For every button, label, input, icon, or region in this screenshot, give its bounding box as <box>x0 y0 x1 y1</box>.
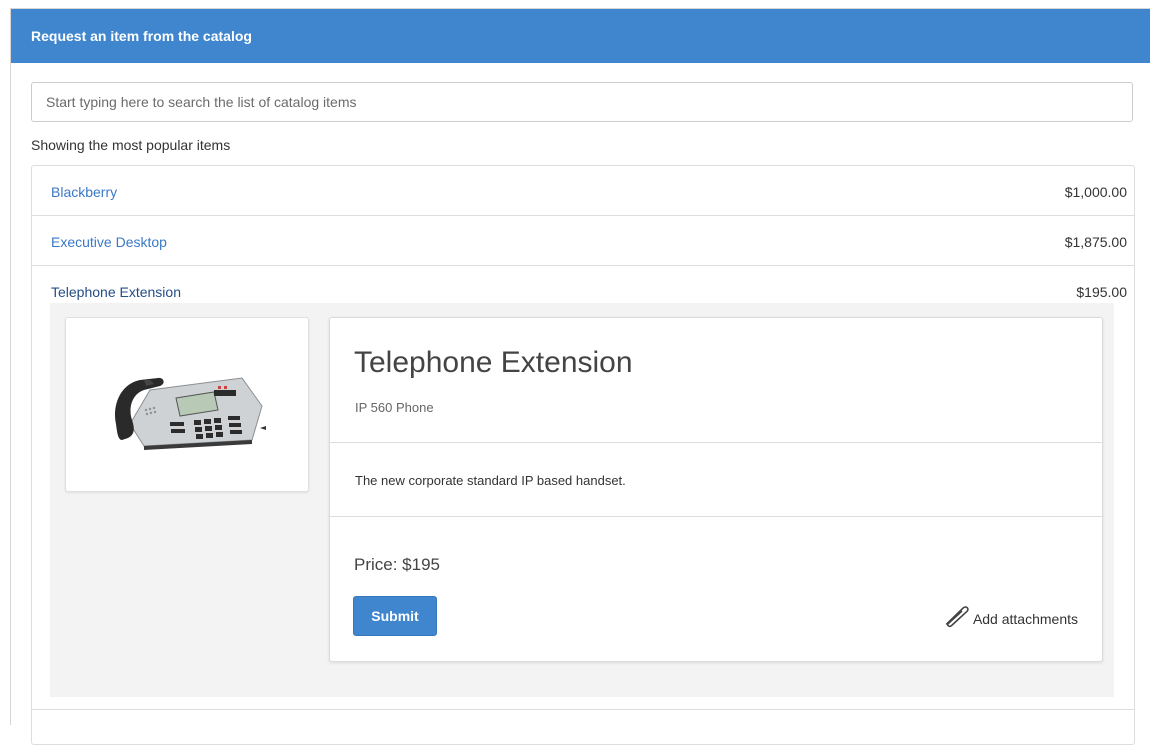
item-link-blackberry[interactable]: Blackberry <box>51 184 117 200</box>
catalog-item-executive-desktop: Executive Desktop $1,875.00 <box>32 216 1134 266</box>
item-detail-panel: Telephone Extension IP 560 Phone The new… <box>50 303 1114 697</box>
widget-header: Request an item from the catalog <box>11 9 1150 63</box>
item-link-executive-desktop[interactable]: Executive Desktop <box>51 234 167 250</box>
showing-label: Showing the most popular items <box>31 137 231 153</box>
item-image-card <box>65 317 309 492</box>
item-subtitle: IP 560 Phone <box>355 400 434 415</box>
submit-button[interactable]: Submit <box>353 596 437 636</box>
item-title: Telephone Extension <box>354 346 633 379</box>
paperclip-icon <box>945 606 969 628</box>
add-attachments-button[interactable]: Add attachments <box>939 601 1078 629</box>
item-description: The new corporate standard IP based hand… <box>355 473 626 488</box>
catalog-widget: Request an item from the catalog Showing… <box>10 8 1150 745</box>
item-info-card: Telephone Extension IP 560 Phone The new… <box>329 317 1103 662</box>
catalog-item-blackberry: Blackberry $1,000.00 <box>32 166 1134 216</box>
catalog-item-telephone-extension: Telephone Extension $195.00 Telephone Ex… <box>32 266 1134 710</box>
desk-phone-image <box>115 377 266 450</box>
item-link-telephone-extension[interactable]: Telephone Extension <box>51 284 181 300</box>
section-divider <box>330 442 1102 443</box>
catalog-item-list: Blackberry $1,000.00 Executive Desktop $… <box>31 165 1135 745</box>
item-price: $1,000.00 <box>1064 184 1127 200</box>
add-attachments-label: Add attachments <box>972 611 1078 627</box>
catalog-search-input[interactable] <box>31 82 1133 122</box>
item-price: $195.00 <box>1076 284 1127 300</box>
item-price-label: Price: $195 <box>354 555 440 574</box>
section-divider <box>330 516 1102 517</box>
item-price: $1,875.00 <box>1064 234 1127 250</box>
